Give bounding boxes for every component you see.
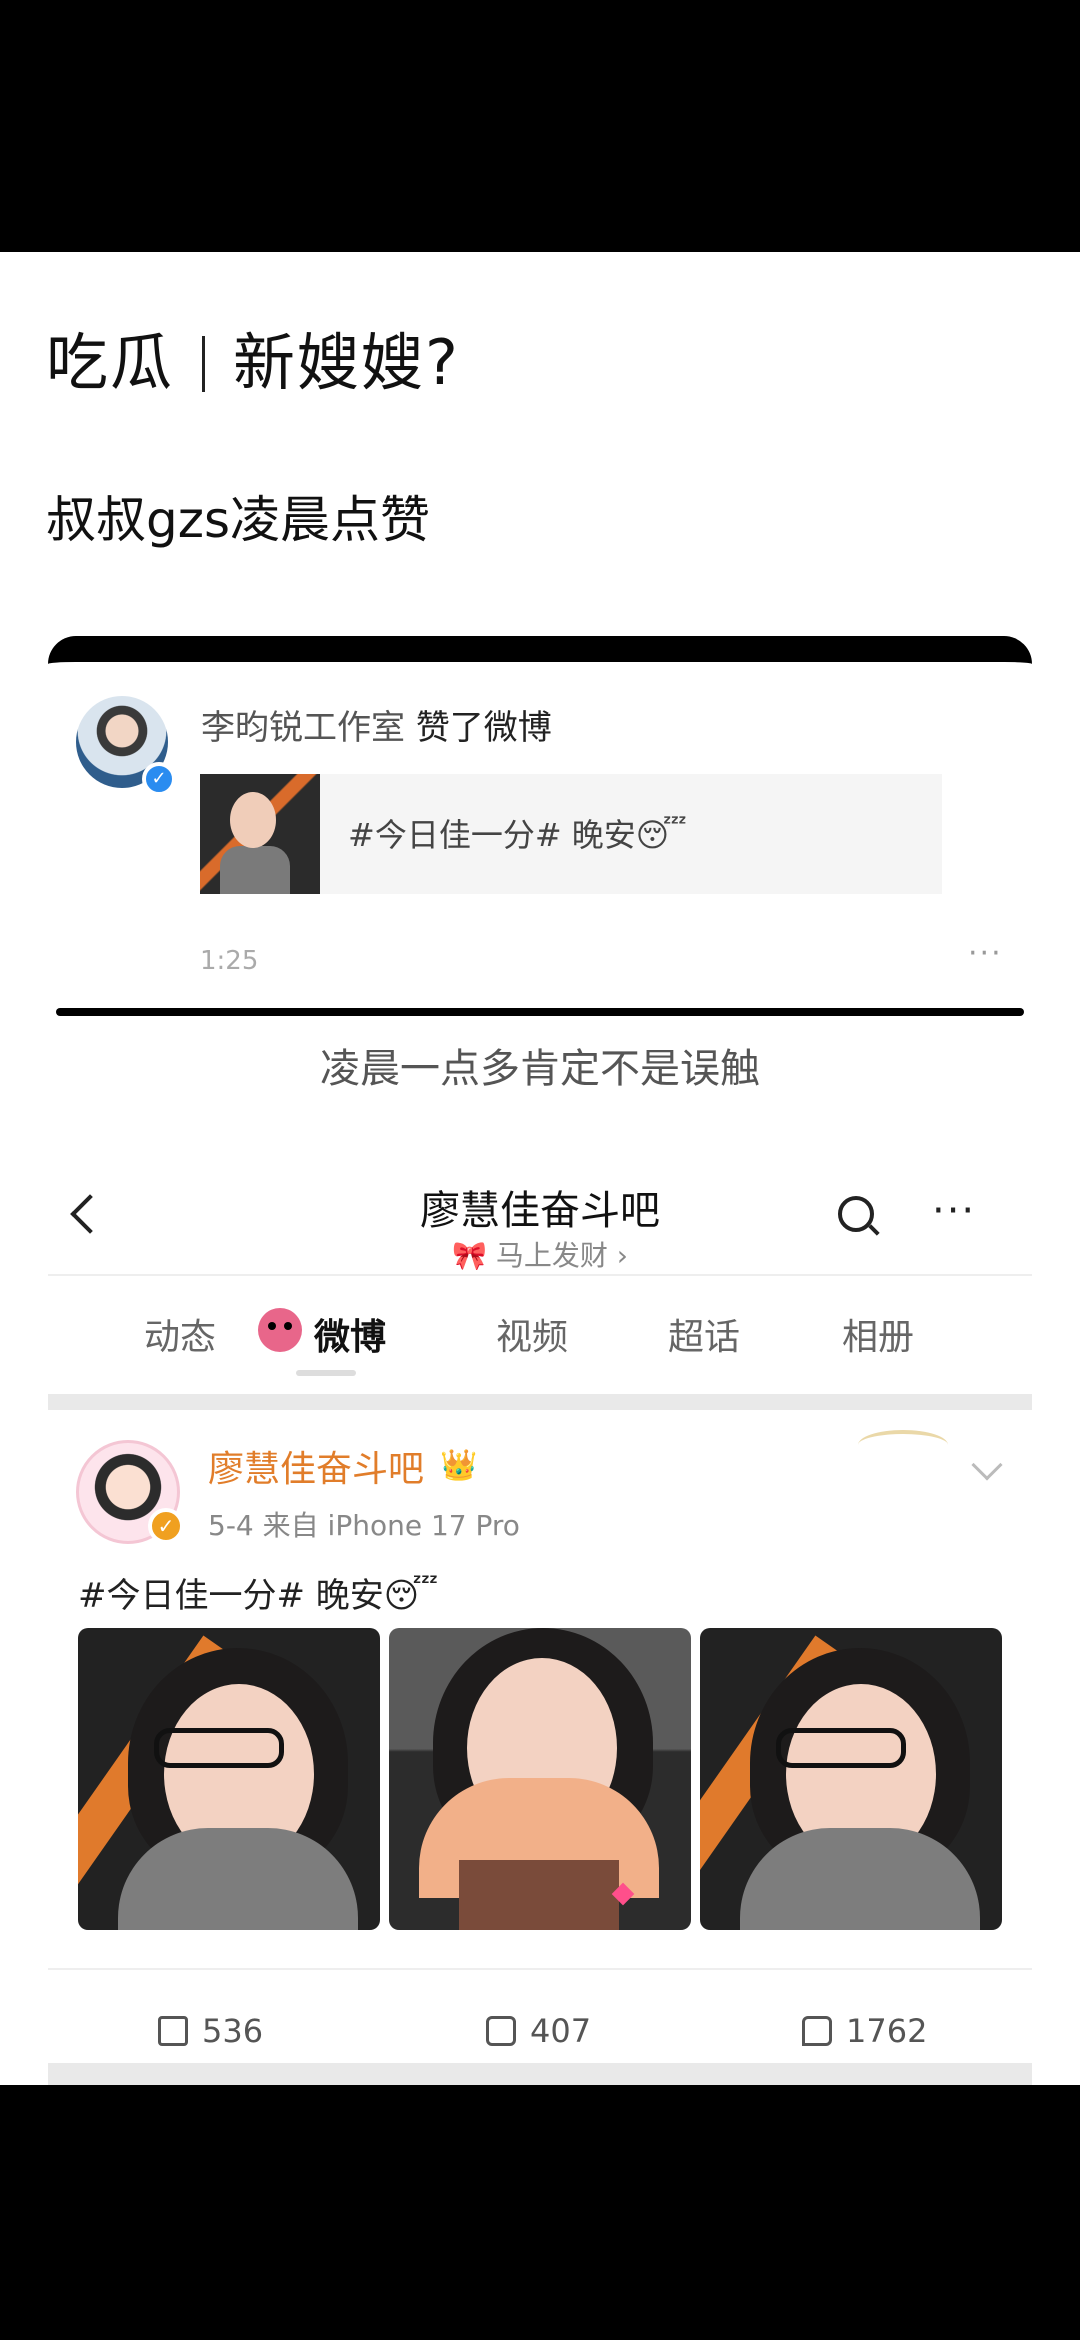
like-notification-screenshot: ✓ 李昀锐工作室 赞了微博 #今日佳一分# 晚安😴 1:25 ···: [48, 636, 1032, 1016]
author-name[interactable]: 廖慧佳奋斗吧: [208, 1440, 424, 1492]
post-photo-3[interactable]: [700, 1628, 1002, 1930]
tab-album[interactable]: 相册: [842, 1308, 914, 1360]
inset-photo: [459, 1860, 619, 1930]
notification-actor[interactable]: 李昀锐工作室: [201, 708, 405, 748]
glasses-icon: [776, 1728, 906, 1768]
thumbnail-shirt: [220, 846, 290, 894]
comment-count: 407: [530, 2012, 592, 2050]
glasses-icon: [154, 1728, 284, 1768]
more-menu-icon[interactable]: ···: [932, 1188, 976, 1234]
thumbnail-face: [230, 792, 276, 848]
notification-action: 赞了微博: [415, 708, 552, 748]
top-black-bar: [0, 0, 1080, 252]
chevron-down-icon[interactable]: [971, 1449, 1003, 1481]
page-subtitle[interactable]: 🎀 马上发财 ›: [48, 1234, 1032, 1274]
comment-button[interactable]: 407: [486, 2012, 591, 2050]
caption: 凌晨一点多肯定不是误触: [320, 1046, 760, 1092]
weibo-page-screenshot: 廖慧佳奋斗吧 🎀 马上发财 › ··· 动态 微博 视频 超话 相册 ✓ 廖慧佳…: [48, 1158, 1032, 2085]
profile-tabs: 动态 微博 视频 超话 相册: [48, 1298, 1032, 1378]
liked-post-card[interactable]: #今日佳一分# 晚安😴: [200, 774, 942, 894]
search-icon[interactable]: [838, 1196, 874, 1232]
verified-badge-icon: ✓: [142, 762, 176, 796]
post-photo-2[interactable]: [389, 1628, 691, 1930]
action-bar-divider: [48, 1968, 1032, 1970]
thumbs-up-icon: [802, 2016, 832, 2046]
repost-icon: [158, 2016, 188, 2046]
comment-icon: [486, 2016, 516, 2046]
gold-verified-icon: ✓: [148, 1508, 184, 1544]
tab-dynamics[interactable]: 动态: [144, 1308, 216, 1360]
screenshot-bottom-border: [56, 1008, 1024, 1016]
notification-time: 1:25: [200, 946, 259, 976]
subheadline: 叔叔gzs凌晨点赞: [46, 491, 431, 549]
notification-text: 李昀锐工作室 赞了微博: [201, 700, 552, 749]
like-count: 1762: [846, 2012, 928, 2050]
page-title: 廖慧佳奋斗吧: [420, 1188, 660, 1234]
post-text[interactable]: #今日佳一分# 晚安😴: [78, 1568, 438, 1617]
bottom-gap: [48, 2063, 1032, 2085]
post-date-source: 5-4 来自 iPhone 17 Pro: [208, 1509, 520, 1542]
header-divider: [48, 1274, 1032, 1276]
crown-icon: 👑: [440, 1448, 478, 1483]
liked-post-text: #今日佳一分# 晚安😴: [348, 816, 688, 854]
bear-icon: [258, 1308, 302, 1352]
headline-separator: [202, 336, 206, 392]
section-gap: [48, 1394, 1032, 1410]
headline-right: 新嫂嫂?: [233, 326, 460, 399]
headline-left: 吃瓜: [46, 326, 175, 399]
liked-post-thumbnail: [200, 774, 320, 894]
more-options-icon[interactable]: ···: [968, 936, 1003, 971]
content-area: 吃瓜 新嫂嫂? 叔叔gzs凌晨点赞 ✓ 李昀锐工作室 赞了微博 #今日佳一分# 晚…: [0, 252, 1080, 2085]
repost-count: 536: [202, 2012, 264, 2050]
post-photo-1[interactable]: [78, 1628, 380, 1930]
tab-super-topic[interactable]: 超话: [668, 1308, 740, 1360]
decoration-icon: [858, 1430, 948, 1460]
tab-videos[interactable]: 视频: [496, 1308, 568, 1360]
tab-weibo[interactable]: 微博: [314, 1308, 386, 1360]
repost-button[interactable]: 536: [158, 2012, 263, 2050]
headline: 吃瓜 新嫂嫂?: [46, 312, 460, 402]
like-button[interactable]: 1762: [802, 2012, 927, 2050]
bottom-black-bar: [0, 2085, 1080, 2340]
active-tab-indicator: [296, 1370, 356, 1376]
